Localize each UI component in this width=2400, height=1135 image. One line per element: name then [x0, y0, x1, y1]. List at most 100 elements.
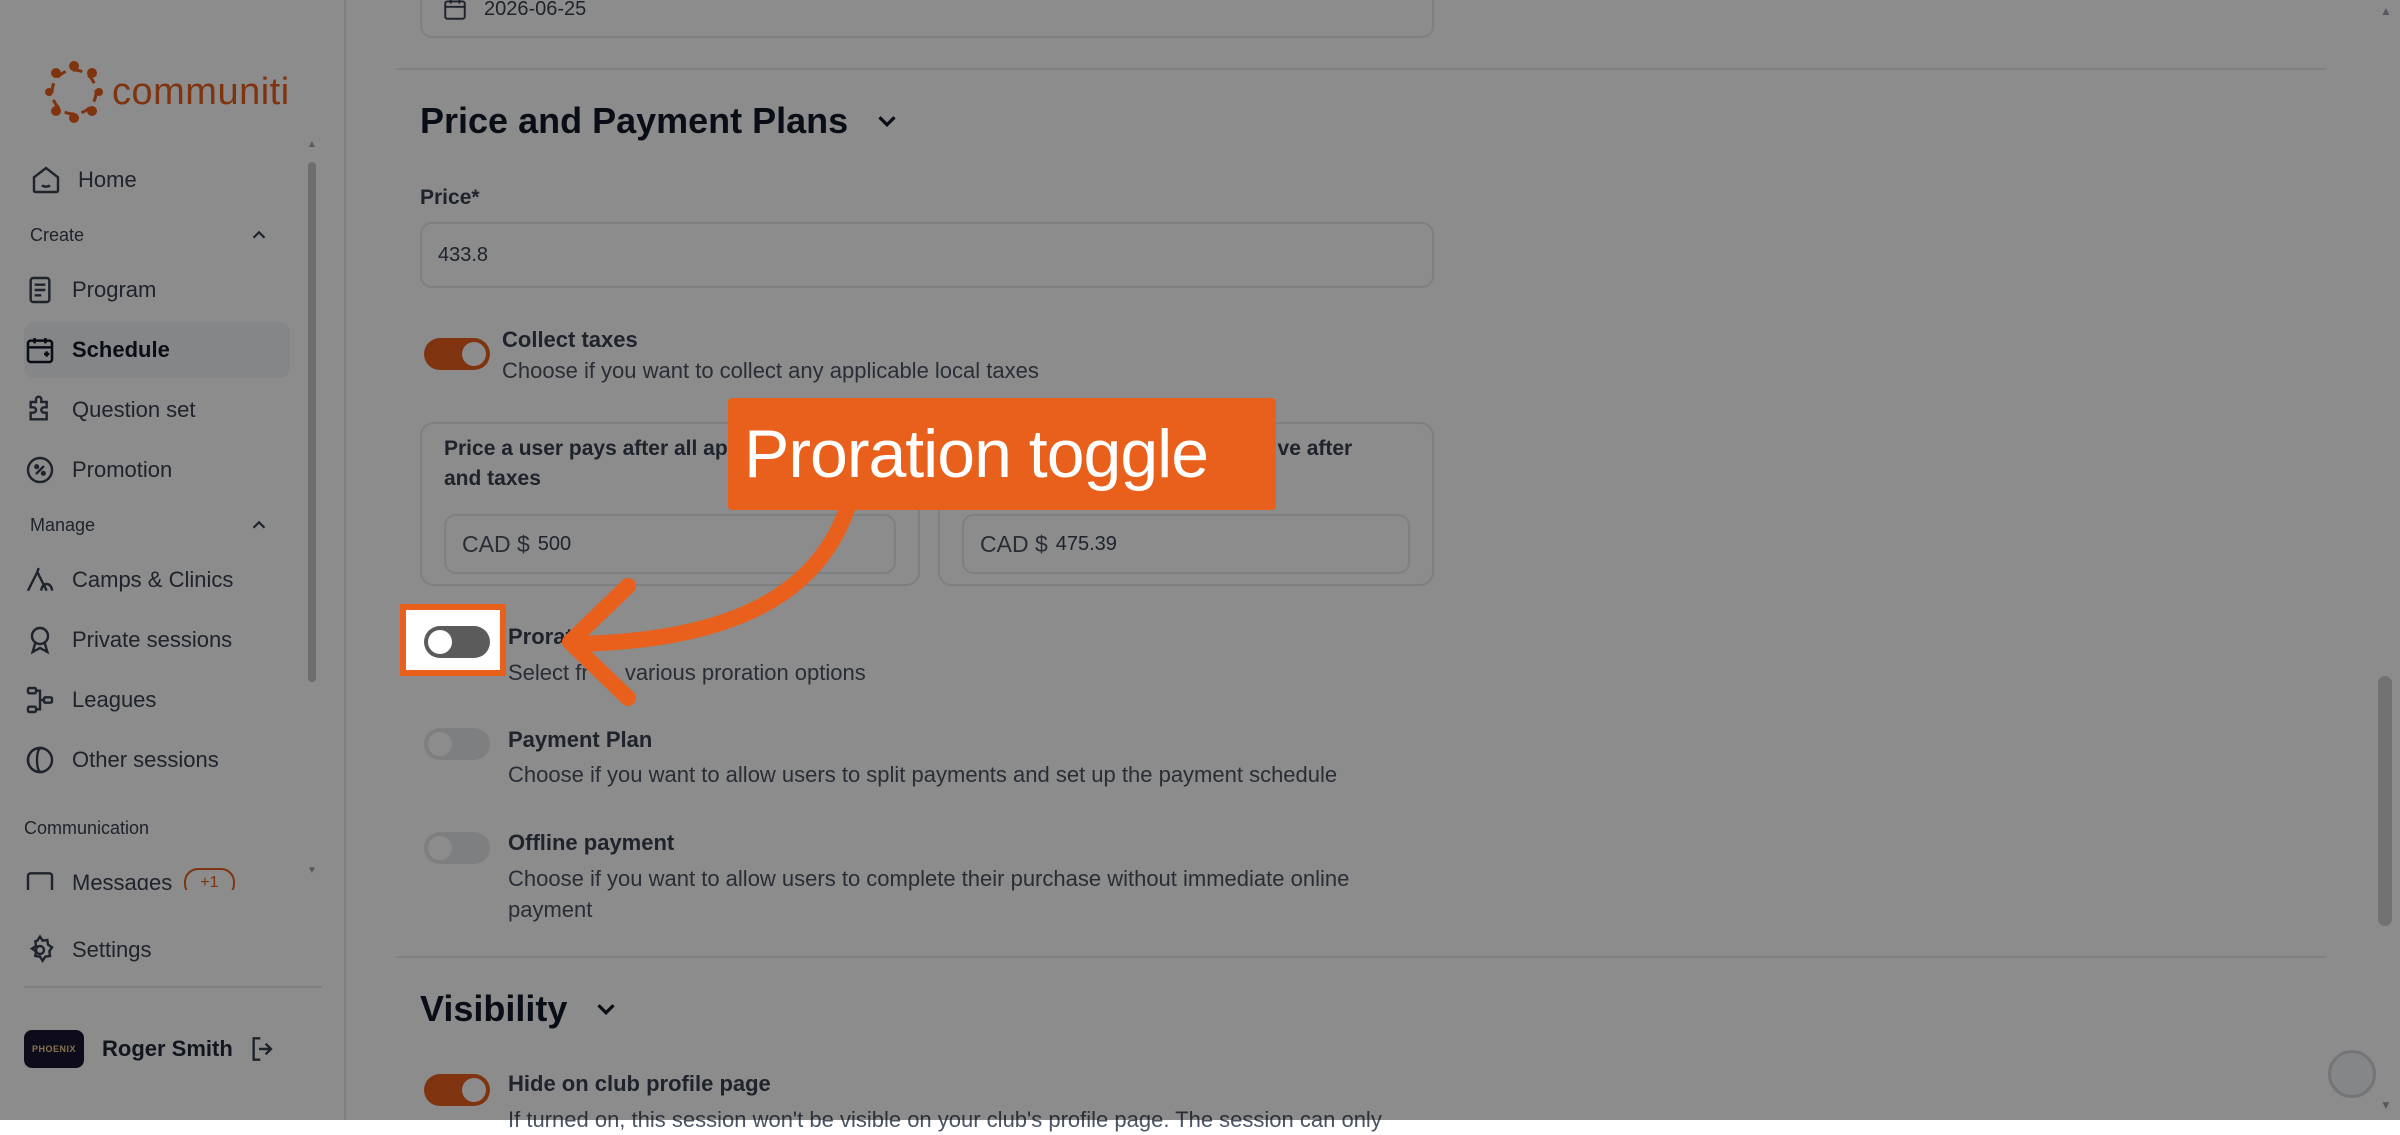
gear-icon	[29, 934, 54, 963]
message-icon	[26, 872, 54, 890]
half-circle-icon	[26, 746, 54, 774]
proration-toggle[interactable]	[424, 626, 490, 658]
logo-text: communiti	[112, 70, 290, 113]
manage-section-label: Manage	[30, 514, 96, 535]
chevron-down-icon[interactable]	[591, 994, 621, 1024]
communiti-logo[interactable]: communiti	[42, 60, 290, 124]
nav-camps-clinics[interactable]: Camps & Clinics	[24, 552, 290, 608]
collect-taxes-title: Collect taxes	[502, 327, 638, 352]
nav-program-label: Program	[72, 277, 157, 302]
end-date-value: 2026-06-25	[484, 0, 587, 20]
nav-settings[interactable]: Settings	[24, 922, 290, 978]
nav-other-sessions-label: Other sessions	[72, 747, 219, 772]
proration-title: Prorat	[508, 624, 573, 649]
section-divider	[396, 956, 2326, 958]
annotation-callout: Proration toggle	[728, 398, 1276, 510]
toggle-knob	[428, 630, 452, 654]
nav-question-set-label: Question set	[72, 397, 196, 422]
nav-messages[interactable]: Messages +1	[24, 864, 290, 890]
award-icon	[30, 626, 50, 655]
sidebar-scrollbar[interactable]: ▲ ▼	[306, 140, 318, 876]
receive-input[interactable]: CAD $ 475.39	[962, 514, 1410, 574]
visibility-section-title[interactable]: Visibility	[420, 988, 621, 1030]
toggle-knob	[428, 836, 452, 860]
create-section-label: Create	[30, 224, 85, 245]
calendar-icon	[444, 0, 466, 20]
user-name: Roger Smith	[102, 1036, 233, 1061]
nav-schedule[interactable]: Schedule	[24, 322, 290, 378]
nav-leagues-label: Leagues	[72, 687, 157, 712]
toggle-knob	[428, 732, 452, 756]
logout-icon[interactable]	[247, 1033, 279, 1065]
logo-mark-icon	[45, 61, 103, 123]
nav-promotion-label: Promotion	[72, 457, 173, 482]
payment-plan-desc: Choose if you want to allow users to spl…	[508, 762, 1338, 787]
offline-payment-desc-line-1: Choose if you want to allow users to com…	[508, 866, 1350, 891]
price-value: 433.8	[438, 243, 489, 266]
scroll-down-icon[interactable]: ▼	[2380, 1098, 2392, 1112]
document-icon	[29, 276, 51, 304]
chevron-up-icon[interactable]	[248, 514, 270, 536]
sidebar-divider	[24, 986, 322, 988]
messages-badge: +1	[184, 868, 235, 890]
scroll-up-icon[interactable]: ▲	[306, 140, 318, 150]
scroll-up-icon[interactable]: ▲	[2380, 4, 2392, 18]
page-scroll-thumb[interactable]	[2378, 676, 2392, 926]
receive-currency: CAD $	[980, 530, 1048, 557]
offline-payment-desc-line-2: payment	[508, 897, 593, 922]
nav-leagues[interactable]: Leagues	[24, 672, 290, 728]
proration-desc-part-1: Select fr	[508, 660, 589, 685]
discount-icon	[26, 456, 54, 484]
price-label: Price*	[420, 186, 480, 209]
communication-section-label: Communication	[24, 818, 150, 838]
sidebar: communiti Home Create Program Schedule Q…	[0, 0, 346, 1120]
nav-other-sessions[interactable]: Other sessions	[24, 732, 290, 788]
calendar-icon	[26, 338, 54, 364]
nav-program[interactable]: Program	[24, 262, 290, 318]
tent-icon	[26, 567, 54, 592]
manage-section-header[interactable]: Manage	[30, 514, 270, 536]
collect-taxes-desc: Choose if you want to collect any applic…	[502, 358, 1039, 383]
end-date-input[interactable]: 2026-06-25	[420, 0, 1434, 38]
offline-payment-desc: Choose if you want to allow users to com…	[508, 863, 1349, 925]
sidebar-scroll-thumb[interactable]	[308, 162, 316, 682]
home-icon	[32, 166, 60, 194]
collect-taxes-toggle[interactable]	[424, 338, 490, 370]
page-scrollbar[interactable]: ▲ ▼	[2374, 0, 2400, 1120]
offline-payment-toggle[interactable]	[424, 832, 490, 864]
scroll-down-icon[interactable]: ▼	[306, 866, 318, 876]
payment-plan-title: Payment Plan	[508, 727, 653, 752]
toggle-knob	[462, 342, 486, 366]
proration-desc: Select fr various proration options	[508, 657, 866, 688]
nav-camps-clinics-label: Camps & Clinics	[72, 567, 234, 592]
nav-messages-label: Messages	[72, 870, 173, 890]
avatar: PHOENIX	[24, 1030, 84, 1068]
nav-private-sessions-label: Private sessions	[72, 627, 233, 652]
visibility-section-title-text: Visibility	[420, 988, 568, 1029]
nav-promotion[interactable]: Promotion	[24, 442, 290, 498]
user-profile[interactable]: PHOENIX Roger Smith	[24, 1030, 279, 1068]
hide-profile-title: Hide on club profile page	[508, 1071, 771, 1096]
user-pays-input[interactable]: CAD $ 500	[444, 514, 896, 574]
toggle-knob	[462, 1078, 486, 1102]
offline-payment-title: Offline payment	[508, 830, 675, 855]
hide-profile-toggle[interactable]	[424, 1074, 490, 1106]
price-section-title[interactable]: Price and Payment Plans	[420, 100, 902, 142]
help-chat-icon[interactable]	[2328, 1050, 2376, 1098]
proration-desc-part-2: various proration options	[618, 660, 866, 685]
nav-settings-label: Settings	[72, 937, 152, 962]
user-pays-currency: CAD $	[462, 530, 530, 557]
chevron-down-icon[interactable]	[872, 106, 902, 136]
nav-private-sessions[interactable]: Private sessions	[24, 612, 290, 668]
nav-question-set[interactable]: Question set	[24, 382, 290, 438]
nav-home[interactable]: Home	[24, 152, 290, 208]
price-input[interactable]: 433.8	[420, 222, 1434, 288]
proration-toggle-highlight	[400, 604, 506, 676]
chevron-up-icon[interactable]	[248, 224, 270, 246]
price-section-title-text: Price and Payment Plans	[420, 100, 849, 141]
nav-home-label: Home	[78, 167, 137, 192]
payment-plan-toggle[interactable]	[424, 728, 490, 760]
receive-value: 475.39	[1055, 532, 1117, 555]
section-divider	[396, 68, 2326, 70]
create-section-header[interactable]: Create	[30, 224, 270, 246]
